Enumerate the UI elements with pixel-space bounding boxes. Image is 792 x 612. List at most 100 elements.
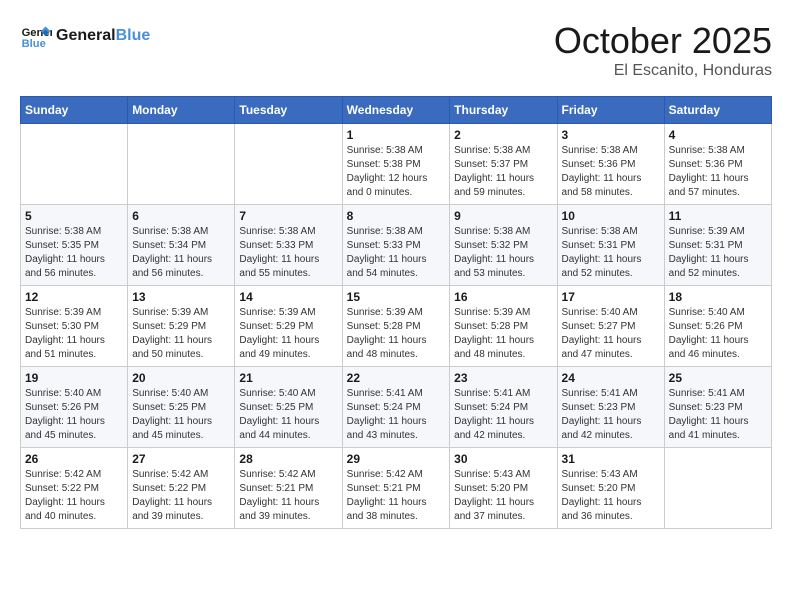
calendar-cell: 7Sunrise: 5:38 AM Sunset: 5:33 PM Daylig… (235, 205, 342, 286)
calendar-cell: 22 Sunrise: 5:41 AM Sunset: 5:24 PM Dayli… (342, 367, 450, 448)
day-info: Sunrise: 5:38 AM Sunset: 5:35 PM Dayligh… (25, 225, 123, 281)
day-info: Sunrise: 5:40 AM Sunset: 5:27 PM Dayligh… (562, 306, 660, 362)
calendar-cell: 24 Sunrise: 5:41 AM Sunset: 5:23 PM Dayli… (557, 367, 664, 448)
title-block: October 2025 El Escanito, Honduras (554, 20, 772, 80)
logo-text: GeneralBlue (56, 27, 150, 45)
day-info: Sunrise: 5:38 AM Sunset: 5:38 PM Dayligh… (347, 144, 446, 200)
calendar-cell: 26 Sunrise: 5:42 AM Sunset: 5:22 PM Dayli… (21, 448, 128, 529)
calendar-cell: 14 Sunrise: 5:39 AM Sunset: 5:29 PM Dayli… (235, 286, 342, 367)
day-number: 30 (454, 452, 552, 466)
day-info: Sunrise: 5:42 AM Sunset: 5:21 PM Dayligh… (347, 468, 446, 524)
day-info: Sunrise: 5:38 AM Sunset: 5:37 PM Dayligh… (454, 144, 552, 200)
day-info: Sunrise: 5:42 AM Sunset: 5:21 PM Dayligh… (239, 468, 337, 524)
calendar-cell: 15 Sunrise: 5:39 AM Sunset: 5:28 PM Dayli… (342, 286, 450, 367)
day-number: 14 (239, 290, 337, 304)
calendar-cell: 9Sunrise: 5:38 AM Sunset: 5:32 PM Daylig… (450, 205, 557, 286)
day-info: Sunrise: 5:41 AM Sunset: 5:24 PM Dayligh… (454, 387, 552, 443)
day-info: Sunrise: 5:38 AM Sunset: 5:32 PM Dayligh… (454, 225, 552, 281)
day-info: Sunrise: 5:40 AM Sunset: 5:25 PM Dayligh… (239, 387, 337, 443)
column-header-wednesday: Wednesday (342, 97, 450, 124)
column-header-monday: Monday (128, 97, 235, 124)
calendar-cell: 12 Sunrise: 5:39 AM Sunset: 5:30 PM Dayli… (21, 286, 128, 367)
day-info: Sunrise: 5:39 AM Sunset: 5:29 PM Dayligh… (239, 306, 337, 362)
calendar-cell: 11 Sunrise: 5:39 AM Sunset: 5:31 PM Dayli… (664, 205, 771, 286)
day-number: 4 (669, 128, 767, 142)
day-number: 17 (562, 290, 660, 304)
day-number: 10 (562, 209, 660, 223)
day-number: 23 (454, 371, 552, 385)
column-header-friday: Friday (557, 97, 664, 124)
day-number: 13 (132, 290, 230, 304)
day-info: Sunrise: 5:39 AM Sunset: 5:28 PM Dayligh… (454, 306, 552, 362)
logo-icon: General Blue (20, 20, 52, 52)
calendar-cell (664, 448, 771, 529)
day-number: 20 (132, 371, 230, 385)
calendar-cell: 5 Sunrise: 5:38 AM Sunset: 5:35 PM Daylig… (21, 205, 128, 286)
logo: General Blue GeneralBlue (20, 20, 150, 52)
day-number: 18 (669, 290, 767, 304)
day-number: 1 (347, 128, 446, 142)
day-info: Sunrise: 5:42 AM Sunset: 5:22 PM Dayligh… (25, 468, 123, 524)
calendar-cell (21, 124, 128, 205)
day-number: 22 (347, 371, 446, 385)
day-info: Sunrise: 5:41 AM Sunset: 5:24 PM Dayligh… (347, 387, 446, 443)
day-number: 6 (132, 209, 230, 223)
calendar-cell: 1 Sunrise: 5:38 AM Sunset: 5:38 PM Daylig… (342, 124, 450, 205)
day-info: Sunrise: 5:39 AM Sunset: 5:28 PM Dayligh… (347, 306, 446, 362)
day-number: 21 (239, 371, 337, 385)
column-header-thursday: Thursday (450, 97, 557, 124)
day-info: Sunrise: 5:39 AM Sunset: 5:30 PM Dayligh… (25, 306, 123, 362)
day-info: Sunrise: 5:41 AM Sunset: 5:23 PM Dayligh… (669, 387, 767, 443)
column-header-saturday: Saturday (664, 97, 771, 124)
calendar-cell: 10 Sunrise: 5:38 AM Sunset: 5:31 PM Dayli… (557, 205, 664, 286)
calendar-cell: 3 Sunrise: 5:38 AM Sunset: 5:36 PM Daylig… (557, 124, 664, 205)
calendar-cell: 19 Sunrise: 5:40 AM Sunset: 5:26 PM Dayli… (21, 367, 128, 448)
day-info: Sunrise: 5:38 AM Sunset: 5:36 PM Dayligh… (669, 144, 767, 200)
column-header-tuesday: Tuesday (235, 97, 342, 124)
day-number: 28 (239, 452, 337, 466)
day-number: 24 (562, 371, 660, 385)
calendar-cell: 13 Sunrise: 5:39 AM Sunset: 5:29 PM Dayli… (128, 286, 235, 367)
main-title: October 2025 (554, 20, 772, 62)
calendar-cell: 17 Sunrise: 5:40 AM Sunset: 5:27 PM Dayli… (557, 286, 664, 367)
day-number: 19 (25, 371, 123, 385)
day-info: Sunrise: 5:43 AM Sunset: 5:20 PM Dayligh… (454, 468, 552, 524)
day-number: 5 (25, 209, 123, 223)
day-info: Sunrise: 5:41 AM Sunset: 5:23 PM Dayligh… (562, 387, 660, 443)
calendar-cell: 16Sunrise: 5:39 AM Sunset: 5:28 PM Dayli… (450, 286, 557, 367)
day-info: Sunrise: 5:39 AM Sunset: 5:31 PM Dayligh… (669, 225, 767, 281)
day-number: 15 (347, 290, 446, 304)
day-info: Sunrise: 5:39 AM Sunset: 5:29 PM Dayligh… (132, 306, 230, 362)
day-number: 31 (562, 452, 660, 466)
calendar-cell (128, 124, 235, 205)
calendar-cell: 2 Sunrise: 5:38 AM Sunset: 5:37 PM Daylig… (450, 124, 557, 205)
day-info: Sunrise: 5:38 AM Sunset: 5:34 PM Dayligh… (132, 225, 230, 281)
calendar-table: SundayMondayTuesdayWednesdayThursdayFrid… (20, 96, 772, 529)
day-number: 3 (562, 128, 660, 142)
day-number: 25 (669, 371, 767, 385)
day-info: Sunrise: 5:38 AM Sunset: 5:33 PM Dayligh… (347, 225, 446, 281)
calendar-cell: 20Sunrise: 5:40 AM Sunset: 5:25 PM Dayli… (128, 367, 235, 448)
day-number: 2 (454, 128, 552, 142)
calendar-cell: 29 Sunrise: 5:42 AM Sunset: 5:21 PM Dayli… (342, 448, 450, 529)
day-info: Sunrise: 5:42 AM Sunset: 5:22 PM Dayligh… (132, 468, 230, 524)
day-number: 12 (25, 290, 123, 304)
day-info: Sunrise: 5:38 AM Sunset: 5:31 PM Dayligh… (562, 225, 660, 281)
day-number: 29 (347, 452, 446, 466)
day-number: 7 (239, 209, 337, 223)
calendar-cell (235, 124, 342, 205)
day-info: Sunrise: 5:40 AM Sunset: 5:26 PM Dayligh… (25, 387, 123, 443)
day-info: Sunrise: 5:38 AM Sunset: 5:36 PM Dayligh… (562, 144, 660, 200)
calendar-cell: 23 Sunrise: 5:41 AM Sunset: 5:24 PM Dayli… (450, 367, 557, 448)
day-info: Sunrise: 5:43 AM Sunset: 5:20 PM Dayligh… (562, 468, 660, 524)
calendar-cell: 25 Sunrise: 5:41 AM Sunset: 5:23 PM Dayli… (664, 367, 771, 448)
day-info: Sunrise: 5:40 AM Sunset: 5:26 PM Dayligh… (669, 306, 767, 362)
calendar-cell: 27 Sunrise: 5:42 AM Sunset: 5:22 PM Dayli… (128, 448, 235, 529)
column-header-sunday: Sunday (21, 97, 128, 124)
day-number: 8 (347, 209, 446, 223)
day-number: 11 (669, 209, 767, 223)
calendar-cell: 31 Sunrise: 5:43 AM Sunset: 5:20 PM Dayli… (557, 448, 664, 529)
day-number: 27 (132, 452, 230, 466)
day-number: 26 (25, 452, 123, 466)
calendar-cell: 6 Sunrise: 5:38 AM Sunset: 5:34 PM Daylig… (128, 205, 235, 286)
